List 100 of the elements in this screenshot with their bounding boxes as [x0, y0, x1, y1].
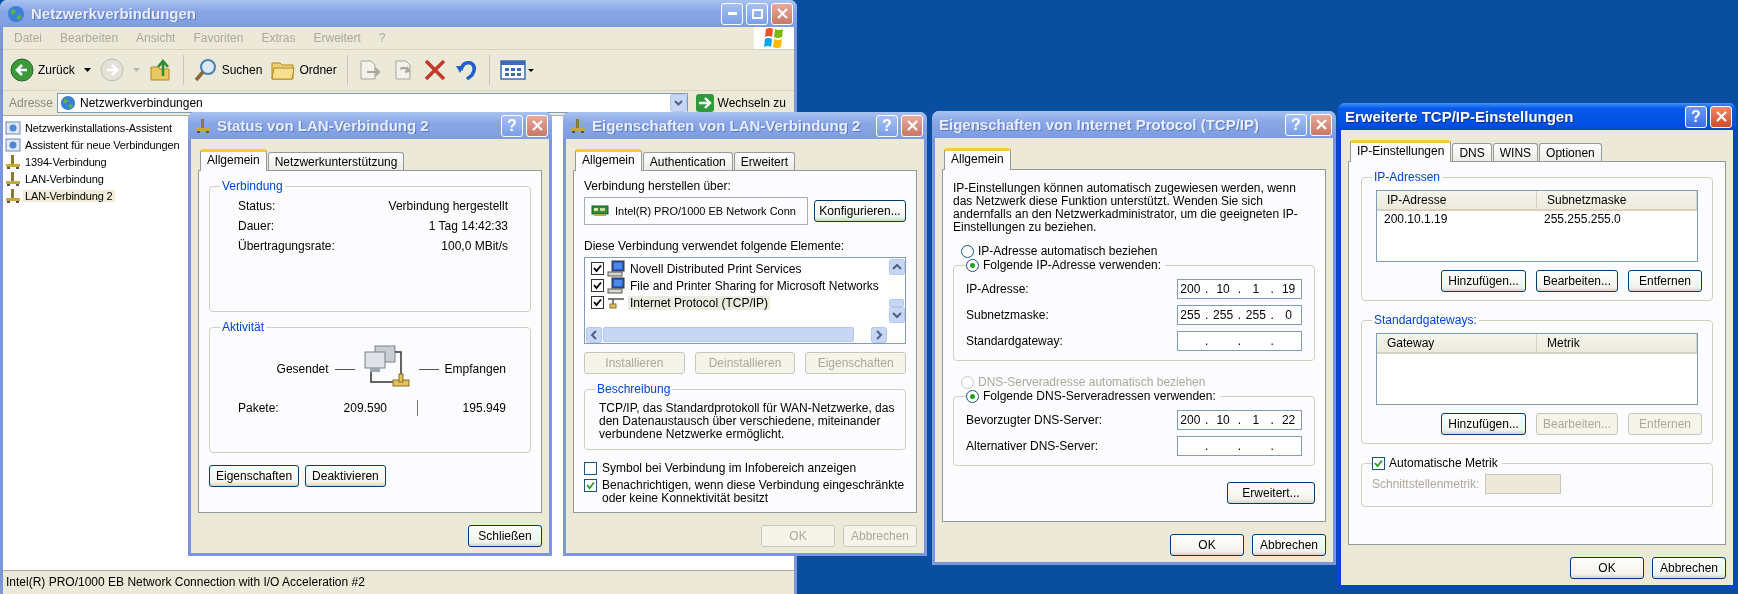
- ip-address-field[interactable]: . . .: [1177, 436, 1302, 456]
- radio-label: Folgende IP-Adresse verwenden:: [983, 258, 1162, 272]
- close-dialog-button[interactable]: Schließen: [468, 525, 542, 547]
- window-title: Eigenschaften von Internet Protocol (TCP/IP): [939, 116, 1261, 133]
- radio-button[interactable]: [966, 389, 979, 403]
- close-button[interactable]: [1710, 105, 1732, 128]
- network-connection-icon: [195, 117, 211, 134]
- column-header[interactable]: Metrik: [1537, 334, 1697, 352]
- dialog-button[interactable]: Eigenschaften: [209, 465, 300, 487]
- configure-button[interactable]: Konfigurieren...: [814, 200, 906, 222]
- dialog-button[interactable]: Deaktivieren: [305, 465, 386, 487]
- tab[interactable]: Authentication: [642, 152, 733, 170]
- search-icon: [193, 58, 218, 82]
- connection-item[interactable]: 1394-Verbindung: [5, 153, 109, 170]
- wizard-icon: [5, 136, 21, 153]
- adapter-name: Intel(R) PRO/1000 EB Network Conn: [615, 205, 796, 217]
- connection-item[interactable]: LAN-Verbindung: [5, 170, 106, 187]
- advanced-button[interactable]: Erweitert...: [1227, 482, 1315, 504]
- connection-item[interactable]: Assistent für neue Verbindungen: [5, 136, 182, 153]
- scroll-right-icon[interactable]: [871, 326, 887, 343]
- checkbox[interactable]: [591, 262, 604, 275]
- group-title: IP-Adressen: [1373, 170, 1442, 184]
- folders-button[interactable]: Ordner: [268, 57, 340, 83]
- ip-address-field[interactable]: 255 . 255 . 255 . 0: [1177, 305, 1302, 325]
- network-connection-icon: [5, 153, 21, 170]
- checkbox[interactable]: [591, 296, 604, 309]
- list-item[interactable]: Novell Distributed Print Services: [628, 261, 804, 276]
- list-item[interactable]: File and Printer Sharing for Microsoft Networks: [628, 278, 881, 293]
- globe-icon: [7, 4, 25, 23]
- column-header[interactable]: IP-Adresse: [1377, 191, 1537, 209]
- status-text: Intel(R) PRO/1000 EB Network Connection with I/O Acceleration #2: [6, 575, 365, 589]
- metric-field[interactable]: [1485, 474, 1562, 494]
- radio-button[interactable]: [966, 258, 979, 272]
- dialog-button[interactable]: Bearbeiten...: [1535, 270, 1618, 292]
- field-label: Dauer:: [238, 219, 276, 233]
- horizontal-scrollbar[interactable]: [585, 326, 888, 343]
- column-header[interactable]: Subnetzmaske: [1537, 191, 1697, 209]
- ip-address-field[interactable]: 200 . 10 . 1 . 19: [1177, 279, 1302, 299]
- checkbox[interactable]: [584, 479, 597, 492]
- scroll-left-icon[interactable]: [586, 326, 602, 343]
- caret-icon[interactable]: [83, 68, 91, 72]
- tab[interactable]: Erweitert: [733, 152, 796, 170]
- ip-address-field[interactable]: 200 . 10 . 1 . 22: [1177, 410, 1302, 430]
- scroll-down-icon[interactable]: [888, 307, 905, 323]
- field-label: Übertragungsrate:: [238, 239, 335, 253]
- search-button[interactable]: Suchen: [190, 56, 266, 84]
- connection-item[interactable]: Netzwerkinstallations-Assistent: [5, 119, 174, 136]
- ip-address-field[interactable]: . . .: [1177, 331, 1302, 351]
- scroll-thumb[interactable]: [603, 327, 854, 342]
- checkbox[interactable]: [591, 279, 604, 292]
- tab[interactable]: Allgemein: [200, 149, 267, 171]
- received-label: Empfangen: [444, 362, 506, 376]
- dialog-button[interactable]: OK: [1570, 557, 1644, 579]
- tab[interactable]: WINS: [1492, 143, 1539, 161]
- dialog-button[interactable]: OK: [1170, 534, 1244, 556]
- dialog-button[interactable]: Hinzufügen...: [1441, 270, 1526, 292]
- folder-icon: [271, 59, 296, 81]
- checkbox-label: Symbol bei Verbindung im Infobereich anzeigen: [602, 462, 857, 475]
- address-value: Netzwerkverbindungen: [80, 96, 204, 110]
- column-header[interactable]: Gateway: [1377, 334, 1537, 352]
- field-label: Pakete:: [238, 401, 280, 415]
- close-button[interactable]: [1310, 113, 1332, 136]
- maximize-button[interactable]: [746, 2, 768, 25]
- minimize-button[interactable]: [721, 2, 743, 25]
- go-arrow-icon: [695, 94, 714, 112]
- dialog-button[interactable]: Abbrechen: [1652, 557, 1726, 579]
- window-title: Netzwerkverbindungen: [31, 5, 198, 22]
- field-label: Diese Verbindung verwendet folgende Elemente:: [584, 239, 846, 253]
- field-label: Bevorzugter DNS-Server:: [966, 413, 1103, 427]
- tab[interactable]: Allgemein: [944, 148, 1011, 170]
- list-item[interactable]: Internet Protocol (TCP/IP): [628, 295, 771, 310]
- delete-icon: [423, 59, 446, 81]
- address-field[interactable]: Netzwerkverbindungen: [57, 93, 688, 113]
- dialog-button[interactable]: Abbrechen: [1252, 534, 1326, 556]
- close-button[interactable]: [901, 114, 923, 137]
- go-button[interactable]: Wechseln zu: [691, 94, 790, 112]
- computer-icon: [607, 276, 625, 295]
- table-cell-text: 200.10.1.19: [1383, 211, 1449, 227]
- radio-button[interactable]: [961, 244, 974, 258]
- dialog-button[interactable]: Hinzufügen...: [1441, 413, 1526, 435]
- field-value: 209.590: [342, 401, 387, 415]
- computer-icon: [607, 259, 625, 278]
- tab[interactable]: IP-Einstellungen: [1350, 140, 1452, 162]
- vertical-scrollbar[interactable]: [888, 258, 905, 324]
- dialog-button[interactable]: Entfernen: [1628, 270, 1702, 292]
- scroll-up-icon[interactable]: [888, 259, 905, 275]
- tab[interactable]: DNS: [1452, 143, 1492, 161]
- checkbox[interactable]: [1372, 456, 1385, 470]
- close-button[interactable]: [526, 114, 548, 137]
- group-title: Standardgateways:: [1373, 313, 1478, 327]
- tab[interactable]: Netzwerkunterstützung: [267, 152, 405, 170]
- address-label: Adresse: [9, 96, 54, 110]
- tab[interactable]: Optionen: [1539, 143, 1602, 161]
- checkbox[interactable]: [584, 462, 597, 475]
- scroll-thumb[interactable]: [889, 299, 904, 307]
- radio-label: Folgende DNS-Serveradressen verwenden:: [983, 389, 1216, 403]
- close-button[interactable]: [771, 2, 793, 25]
- back-button[interactable]: Zurück: [7, 56, 78, 84]
- tab[interactable]: Allgemein: [575, 149, 642, 171]
- group-title: Verbindung: [221, 179, 284, 193]
